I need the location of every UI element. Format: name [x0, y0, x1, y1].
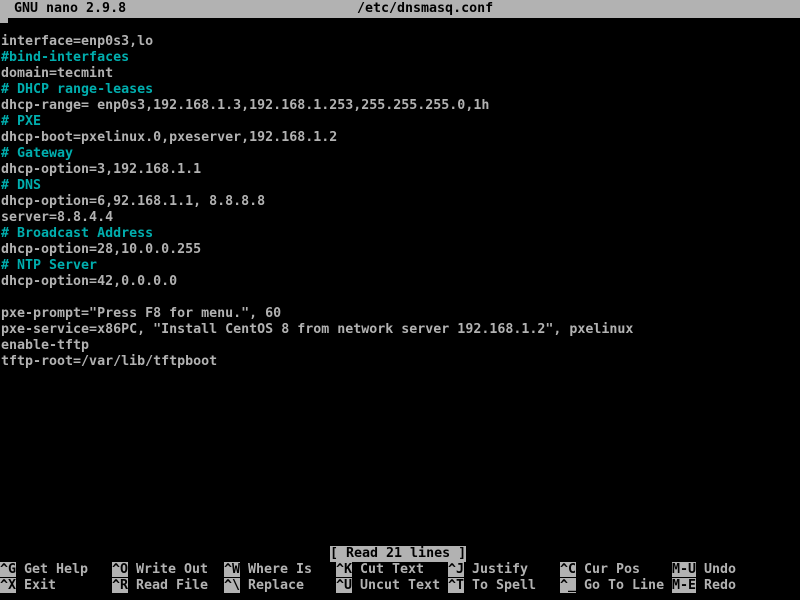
title-bar: GNU nano 2.9.8 /etc/dnsmasq.conf [0, 0, 800, 18]
editor-line[interactable]: # Broadcast Address [1, 226, 800, 242]
terminal-screen: GNU nano 2.9.8 /etc/dnsmasq.conf interfa… [0, 0, 800, 600]
editor-line[interactable]: pxe-service=x86PC, "Install CentOS 8 fro… [1, 322, 800, 338]
shortcut-where-is[interactable]: ^W Where Is [224, 562, 312, 578]
shortcut-label: To Spell [472, 578, 537, 593]
editor-line[interactable]: server=8.8.4.4 [1, 210, 800, 226]
shortcut-label: Exit [24, 578, 57, 593]
key-combo: ^X [0, 578, 17, 593]
editor-line[interactable]: # Gateway [1, 146, 800, 162]
key-combo: ^\ [224, 578, 241, 593]
editor-line[interactable]: dhcp-option=42,0.0.0.0 [1, 274, 800, 290]
shortcut-bar: ^G Get Help ^O Write Out ^W Where Is ^K Cut Tex… [0, 562, 800, 594]
shortcut-label: Where Is [248, 562, 313, 577]
shortcut-label: Undo [704, 562, 737, 577]
shortcut-cut-text[interactable]: ^K Cut Text [336, 562, 424, 578]
shortcut-read-file[interactable]: ^R Read File [112, 578, 208, 594]
shortcut-undo[interactable]: M-U Undo [672, 562, 736, 578]
editor-line[interactable]: dhcp-option=3,192.168.1.1 [1, 162, 800, 178]
shortcut-go-to-line[interactable]: ^_ Go To Line [560, 578, 664, 594]
editor-line[interactable]: # DHCP range-leases [1, 82, 800, 98]
shortcut-replace[interactable]: ^\ Replace [224, 578, 304, 594]
status-message: [ Read 21 lines ] [330, 546, 467, 562]
editor-line[interactable]: dhcp-range= enp0s3,192.168.1.3,192.168.1… [1, 98, 800, 114]
shortcut-row-1: ^G Get Help ^O Write Out ^W Where Is ^K Cut Tex… [0, 562, 800, 578]
shortcut-redo[interactable]: M-E Redo [672, 578, 736, 594]
editor-line[interactable]: pxe-prompt="Press F8 for menu.", 60 [1, 306, 800, 322]
key-combo: ^U [336, 578, 353, 593]
shortcut-label: Redo [704, 578, 737, 593]
editor-line[interactable]: dhcp-boot=pxelinux.0,pxeserver,192.168.1… [1, 130, 800, 146]
shortcut-label: Replace [248, 578, 305, 593]
shortcut-label: Justify [472, 562, 529, 577]
key-combo: ^W [224, 562, 241, 577]
editor-line[interactable]: dhcp-option=28,10.0.0.255 [1, 242, 800, 258]
editor-line[interactable]: tftp-root=/var/lib/tftpboot [1, 354, 800, 370]
editor-line[interactable]: # PXE [1, 114, 800, 130]
shortcut-label: Get Help [24, 562, 89, 577]
editor-line[interactable]: dhcp-option=6,92.168.1.1, 8.8.8.8 [1, 194, 800, 210]
shortcut-label: Go To Line [584, 578, 665, 593]
key-combo: M-U [672, 562, 697, 577]
shortcut-label: Cut Text [360, 562, 425, 577]
shortcut-get-help[interactable]: ^G Get Help [0, 562, 88, 578]
editor-line[interactable]: # NTP Server [1, 258, 800, 274]
shortcut-cur-pos[interactable]: ^C Cur Pos [560, 562, 640, 578]
shortcut-to-spell[interactable]: ^T To Spell [448, 578, 536, 594]
nano-version: GNU nano 2.9.8 [14, 1, 127, 16]
shortcut-label: Write Out [136, 562, 209, 577]
editor-line[interactable]: domain=tecmint [1, 66, 800, 82]
shortcut-exit[interactable]: ^X Exit [0, 578, 56, 594]
editor-line[interactable]: #bind-interfaces [1, 50, 800, 66]
shortcut-uncut-text[interactable]: ^U Uncut Text [336, 578, 440, 594]
key-combo: ^C [560, 562, 577, 577]
key-combo: ^O [112, 562, 129, 577]
edit-area[interactable]: interface=enp0s3,lo #bind-interfaces domai… [1, 34, 800, 370]
text-cursor [0, 18, 8, 23]
shortcut-justify[interactable]: ^J Justify [448, 562, 528, 578]
shortcut-write-out[interactable]: ^O Write Out [112, 562, 208, 578]
key-combo: ^G [0, 562, 17, 577]
shortcut-label: Read File [136, 578, 209, 593]
key-combo: ^T [448, 578, 465, 593]
editor-line[interactable] [1, 290, 800, 306]
file-path: /etc/dnsmasq.conf [357, 1, 494, 16]
key-combo: ^K [336, 562, 353, 577]
key-combo: M-E [672, 578, 697, 593]
shortcut-label: Uncut Text [360, 578, 441, 593]
key-combo: ^J [448, 562, 465, 577]
shortcut-row-2: ^X Exit ^R Read File ^\ Replace ^U Uncut Text ^T… [0, 578, 800, 594]
key-combo: ^R [112, 578, 129, 593]
key-combo: ^_ [560, 578, 577, 593]
editor-line[interactable]: # DNS [1, 178, 800, 194]
editor-line[interactable]: enable-tftp [1, 338, 800, 354]
shortcut-label: Cur Pos [584, 562, 641, 577]
editor-line[interactable]: interface=enp0s3,lo [1, 34, 800, 50]
